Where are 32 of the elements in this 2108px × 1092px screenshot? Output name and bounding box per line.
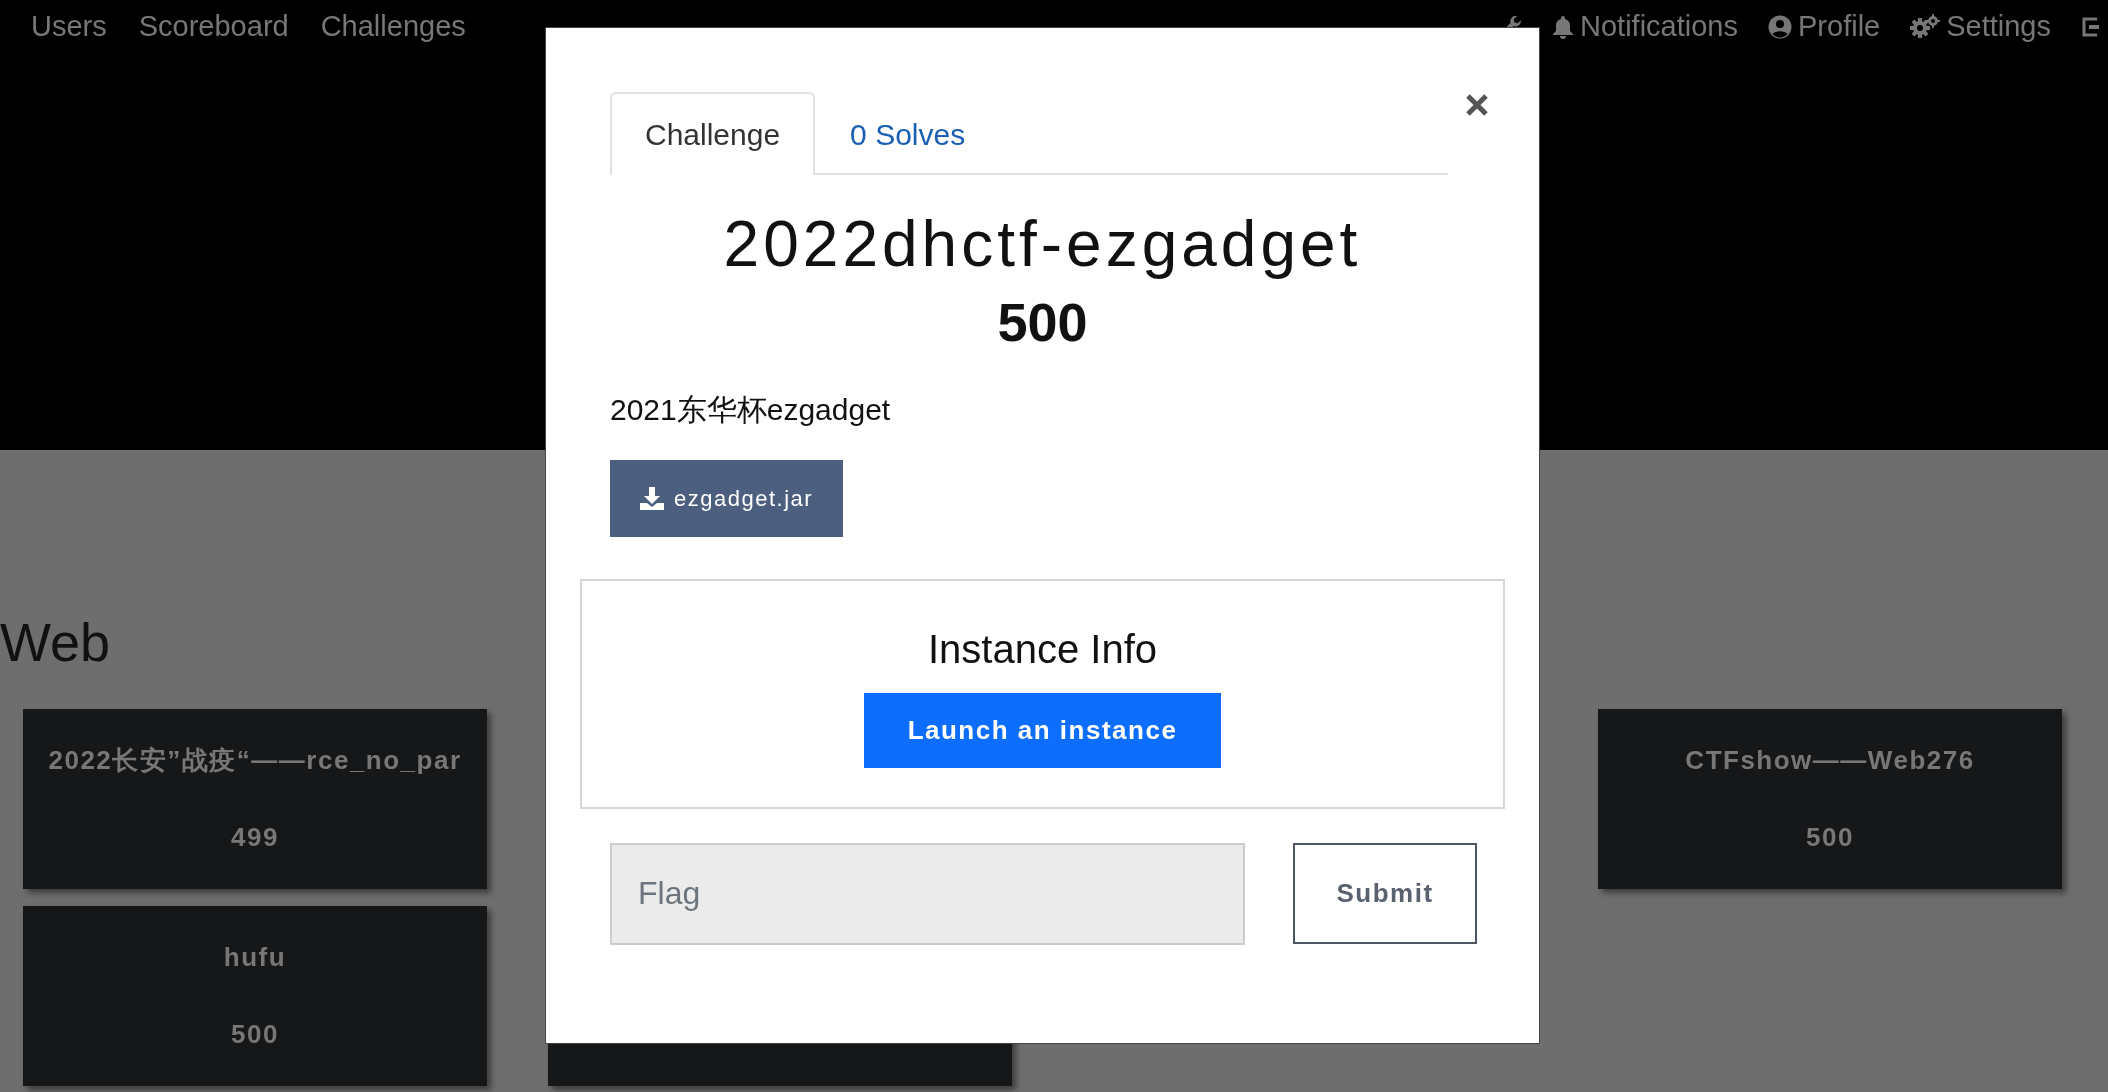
submit-button[interactable]: Submit [1293,842,1477,944]
gears-icon [1910,14,1941,40]
bell-icon [1552,15,1575,39]
challenge-title: 2022dhctf-ezgadget [722,209,1363,280]
challenge-description: 2021东华杯ezgadget [610,391,892,428]
modal-tab[interactable]: 0 Solves [815,92,1001,175]
category-heading: Web [0,611,111,669]
close-button[interactable] [1465,92,1489,117]
challenge-card[interactable]: hufu 500 [23,906,487,1086]
challenge-name: 2022长安”战疫“——rce_no_par [48,744,462,777]
nav-link[interactable]: Profile [1768,5,1881,49]
nav-link[interactable]: Users [31,5,107,49]
challenge-points: 500 [231,1018,279,1051]
nav-link[interactable]: Challenges [320,5,466,49]
challenge-points: 499 [231,821,279,854]
launch-instance-button[interactable]: Launch an instance [864,693,1221,769]
challenge-card[interactable]: CTFshow——Web276 500 [1598,709,2062,889]
nav-link[interactable]: Settings [1910,5,2051,49]
challenge-card[interactable]: 2022长安”战疫“——rce_no_par 499 [23,709,487,889]
nav-icon-link[interactable] [2081,15,2099,39]
challenge-points: 500 [1806,821,1854,854]
user-icon [1768,15,1792,39]
file-download-button[interactable]: ezgadget.jar [610,459,844,537]
instance-heading: Instance Info [927,626,1157,674]
challenge-name: hufu [223,941,287,974]
flag-input-field[interactable]: Flag [610,842,1245,945]
modal-tab[interactable]: Challenge [610,92,816,175]
download-icon [640,486,664,511]
challenge-name: CTFshow——Web276 [1685,744,1975,777]
nav-link[interactable]: Notifications [1552,5,1738,49]
challenge-points: 500 [996,293,1089,353]
nav-link[interactable]: Scoreboard [138,5,289,49]
